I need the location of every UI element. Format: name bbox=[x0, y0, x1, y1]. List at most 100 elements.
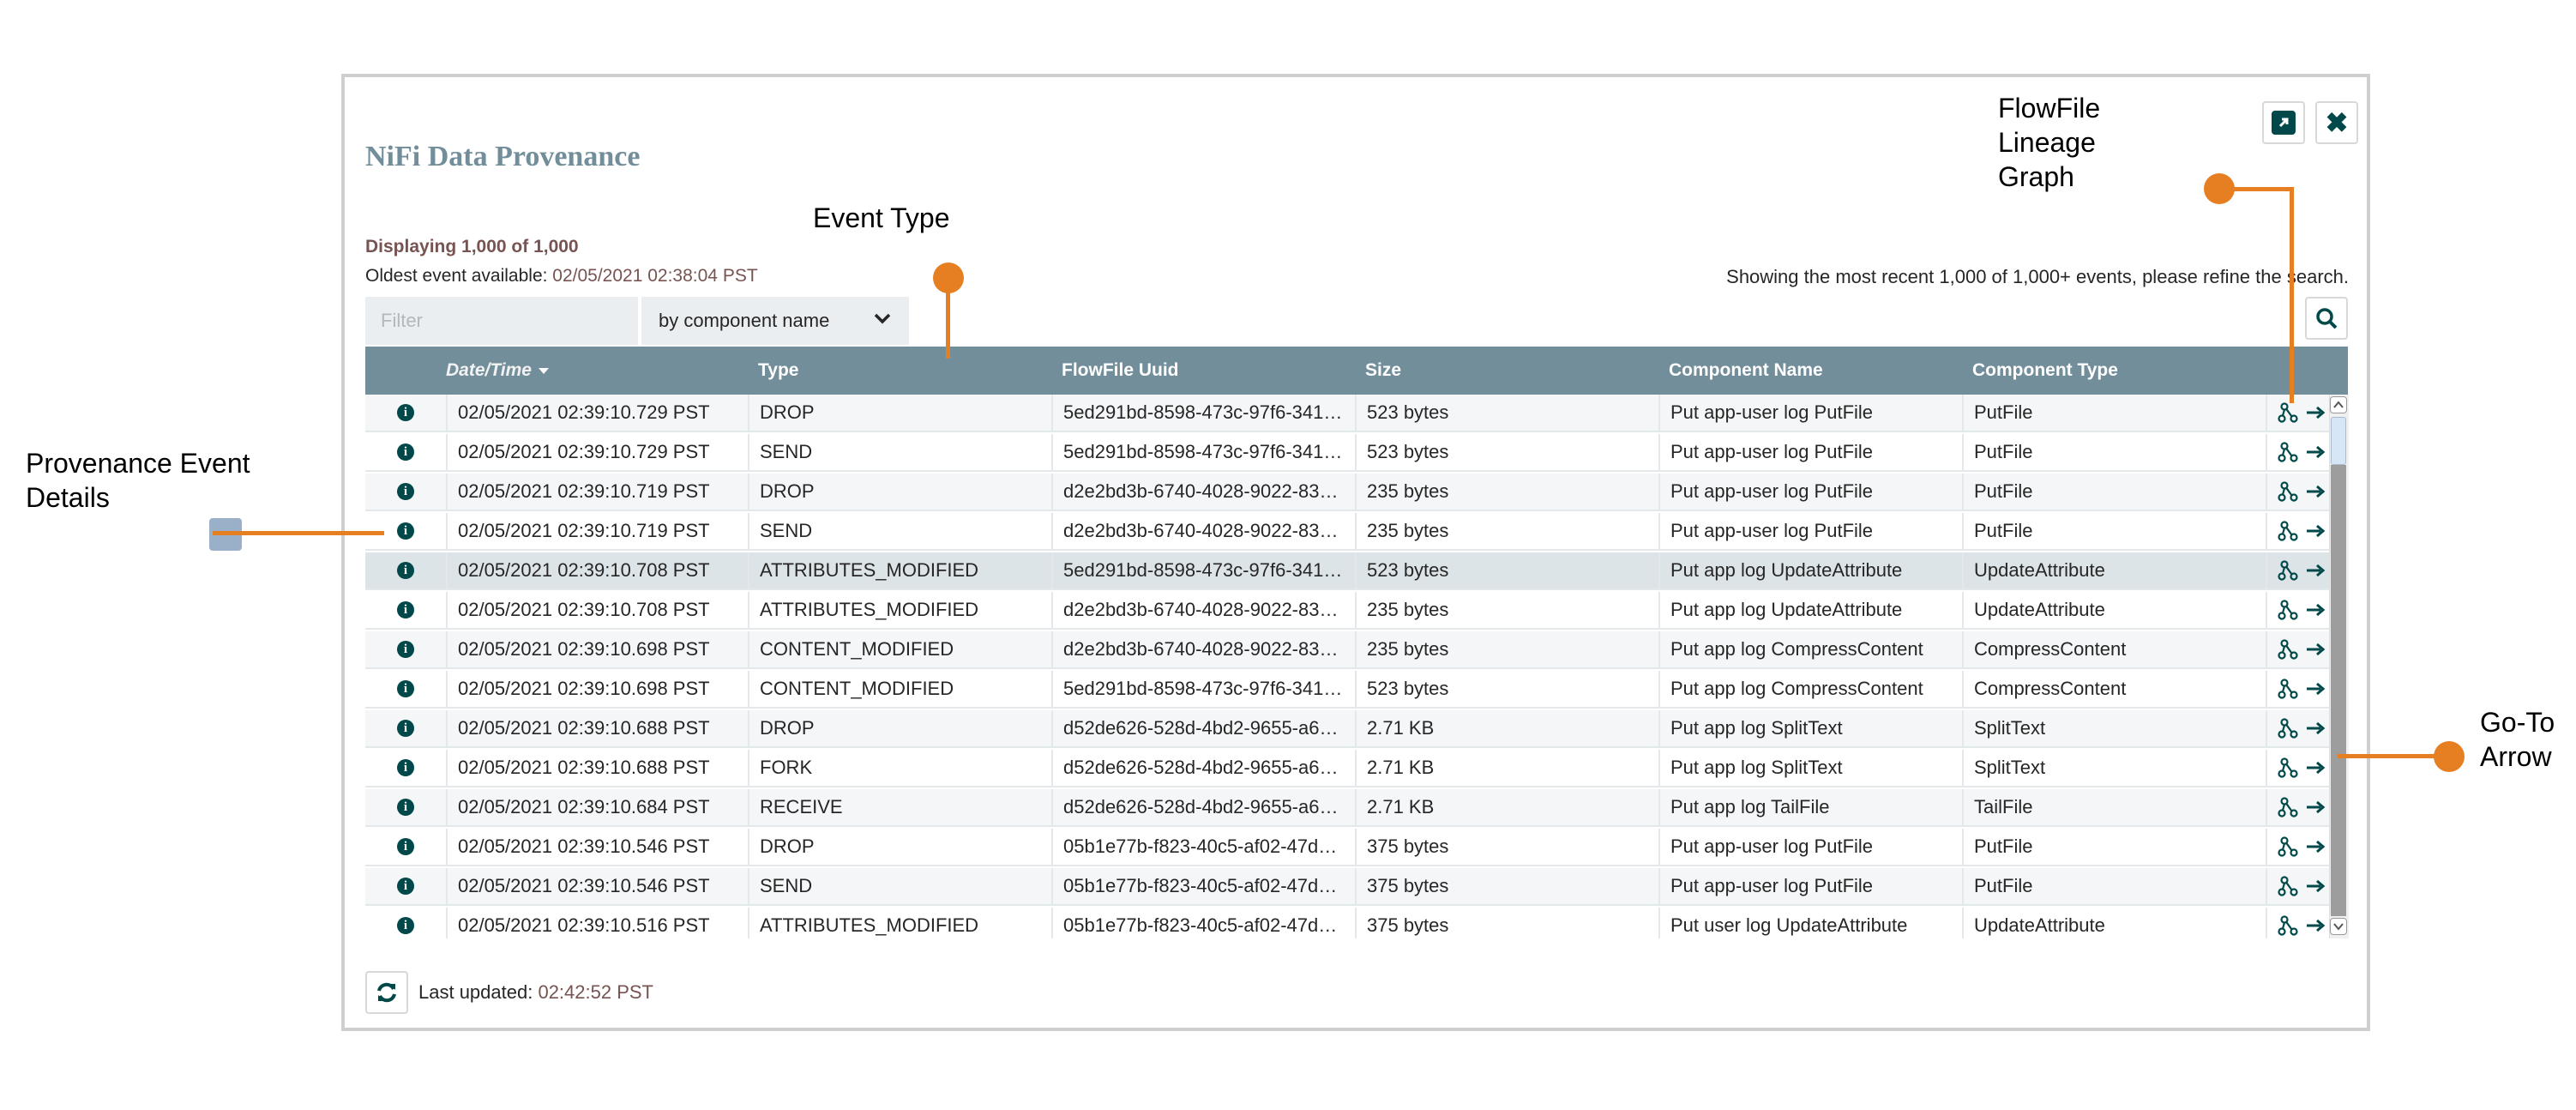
cell-component-type: UpdateAttribute bbox=[1962, 908, 2266, 938]
goto-arrow-icon[interactable] bbox=[2305, 402, 2326, 423]
lineage-graph-icon[interactable] bbox=[2278, 560, 2298, 581]
provenance-details-button[interactable]: i bbox=[365, 474, 446, 510]
provenance-details-button[interactable]: i bbox=[365, 395, 446, 431]
lineage-graph-icon[interactable] bbox=[2278, 718, 2298, 739]
column-header-type[interactable]: Type bbox=[758, 347, 798, 395]
goto-arrow-icon[interactable] bbox=[2305, 718, 2326, 739]
table-row[interactable]: i 02/05/2021 02:39:10.688 PST FORK d52de626… bbox=[365, 750, 2329, 787]
cell-component-name: Put app-user log PutFile bbox=[1658, 868, 1962, 904]
table-row[interactable]: i 02/05/2021 02:39:10.546 PST SEND 05b1e77b… bbox=[365, 868, 2329, 906]
goto-arrow-icon[interactable] bbox=[2305, 481, 2326, 502]
filter-by-value: by component name bbox=[659, 310, 830, 331]
popout-button[interactable] bbox=[2262, 101, 2305, 144]
goto-arrow-icon[interactable] bbox=[2305, 600, 2326, 620]
goto-arrow-icon[interactable] bbox=[2305, 639, 2326, 660]
displaying-count: Displaying 1,000 of 1,000 bbox=[365, 237, 579, 256]
annotation-lineage-line-h bbox=[2230, 187, 2293, 191]
lineage-graph-icon[interactable] bbox=[2278, 836, 2298, 857]
chevron-down-icon bbox=[874, 313, 891, 324]
goto-arrow-icon[interactable] bbox=[2305, 521, 2326, 541]
provenance-details-button[interactable]: i bbox=[365, 671, 446, 707]
provenance-details-button[interactable]: i bbox=[365, 829, 446, 865]
chevron-up-icon bbox=[2333, 401, 2344, 408]
filter-by-select[interactable]: by component name bbox=[641, 297, 909, 345]
lineage-graph-icon[interactable] bbox=[2278, 876, 2298, 896]
filter-input[interactable] bbox=[365, 297, 638, 345]
column-header-size[interactable]: Size bbox=[1365, 347, 1401, 395]
cell-component-type: CompressContent bbox=[1962, 671, 2266, 707]
column-header-component-name[interactable]: Component Name bbox=[1669, 347, 1823, 395]
lineage-graph-icon[interactable] bbox=[2278, 679, 2298, 699]
table-row[interactable]: i 02/05/2021 02:39:10.546 PST DROP 05b1e77b… bbox=[365, 829, 2329, 866]
cell-size: 235 bytes bbox=[1355, 513, 1658, 549]
lineage-graph-icon[interactable] bbox=[2278, 915, 2298, 936]
info-icon: i bbox=[397, 404, 414, 421]
cell-size: 235 bytes bbox=[1355, 592, 1658, 628]
cell-size: 375 bytes bbox=[1355, 829, 1658, 865]
column-header-datetime[interactable]: Date/Time bbox=[446, 347, 549, 395]
lineage-graph-icon[interactable] bbox=[2278, 639, 2298, 660]
goto-arrow-icon[interactable] bbox=[2305, 757, 2326, 778]
table-row[interactable]: i 02/05/2021 02:39:10.698 PST CONTENT_MODI… bbox=[365, 631, 2329, 669]
table-row[interactable]: i 02/05/2021 02:39:10.708 PST ATTRIBUTES_M… bbox=[365, 552, 2329, 590]
table-row[interactable]: i 02/05/2021 02:39:10.698 PST CONTENT_MODI… bbox=[365, 671, 2329, 709]
scroll-track[interactable] bbox=[2331, 465, 2346, 916]
close-button[interactable]: ✖ bbox=[2315, 101, 2358, 144]
provenance-details-button[interactable]: i bbox=[365, 710, 446, 746]
lineage-graph-icon[interactable] bbox=[2278, 797, 2298, 817]
provenance-details-button[interactable]: i bbox=[365, 552, 446, 588]
goto-arrow-icon[interactable] bbox=[2305, 797, 2326, 817]
cell-component-name: Put app log CompressContent bbox=[1658, 631, 1962, 667]
chevron-down-icon bbox=[2333, 923, 2344, 931]
last-updated-value: 02:42:52 PST bbox=[538, 981, 653, 1003]
goto-arrow-icon[interactable] bbox=[2305, 679, 2326, 699]
column-header-component-type[interactable]: Component Type bbox=[1972, 347, 2118, 395]
provenance-details-button[interactable]: i bbox=[365, 908, 446, 938]
annotation-goto-line2: Arrow bbox=[2480, 741, 2552, 772]
refresh-button[interactable] bbox=[365, 971, 408, 1014]
provenance-details-button[interactable]: i bbox=[365, 631, 446, 667]
goto-arrow-icon[interactable] bbox=[2305, 915, 2326, 936]
info-icon: i bbox=[397, 522, 414, 540]
scroll-down-button[interactable] bbox=[2330, 918, 2347, 935]
cell-size: 523 bytes bbox=[1355, 671, 1658, 707]
row-actions bbox=[2266, 671, 2329, 707]
provenance-details-button[interactable]: i bbox=[365, 434, 446, 470]
provenance-details-button[interactable]: i bbox=[365, 789, 446, 825]
row-actions bbox=[2266, 592, 2329, 628]
cell-component-name: Put app-user log PutFile bbox=[1658, 513, 1962, 549]
cell-datetime: 02/05/2021 02:39:10.698 PST bbox=[446, 631, 748, 667]
table-row[interactable]: i 02/05/2021 02:39:10.684 PST RECEIVE d52de… bbox=[365, 789, 2329, 827]
table-row[interactable]: i 02/05/2021 02:39:10.688 PST DROP d52de626… bbox=[365, 710, 2329, 748]
cell-component-name: Put app log SplitText bbox=[1658, 710, 1962, 746]
provenance-details-button[interactable]: i bbox=[365, 868, 446, 904]
table-row[interactable]: i 02/05/2021 02:39:10.708 PST ATTRIBUTES_M… bbox=[365, 592, 2329, 630]
table-row[interactable]: i 02/05/2021 02:39:10.719 PST DROP d2e2bd3b… bbox=[365, 474, 2329, 511]
goto-arrow-icon[interactable] bbox=[2305, 876, 2326, 896]
lineage-graph-icon[interactable] bbox=[2278, 600, 2298, 620]
lineage-graph-icon[interactable] bbox=[2278, 521, 2298, 541]
search-button[interactable] bbox=[2305, 297, 2348, 340]
cell-datetime: 02/05/2021 02:39:10.546 PST bbox=[446, 829, 748, 865]
scroll-up-button[interactable] bbox=[2330, 396, 2347, 413]
table-row[interactable]: i 02/05/2021 02:39:10.516 PST ATTRIBUTES_M… bbox=[365, 908, 2329, 938]
table-row[interactable]: i 02/05/2021 02:39:10.719 PST SEND d2e2bd3b… bbox=[365, 513, 2329, 551]
annotation-goto-dot bbox=[2434, 741, 2465, 772]
goto-arrow-icon[interactable] bbox=[2305, 836, 2326, 857]
lineage-graph-icon[interactable] bbox=[2278, 757, 2298, 778]
scroll-thumb[interactable] bbox=[2331, 417, 2346, 465]
cell-size: 375 bytes bbox=[1355, 868, 1658, 904]
last-updated: Last updated: 02:42:52 PST bbox=[418, 981, 653, 1004]
row-actions bbox=[2266, 868, 2329, 904]
lineage-graph-icon[interactable] bbox=[2278, 481, 2298, 502]
goto-arrow-icon[interactable] bbox=[2305, 560, 2326, 581]
info-icon: i bbox=[397, 720, 414, 737]
provenance-details-button[interactable]: i bbox=[365, 592, 446, 628]
column-header-uuid[interactable]: FlowFile Uuid bbox=[1062, 347, 1179, 395]
table-row[interactable]: i 02/05/2021 02:39:10.729 PST DROP 5ed291bd… bbox=[365, 395, 2329, 432]
lineage-graph-icon[interactable] bbox=[2278, 402, 2298, 423]
lineage-graph-icon[interactable] bbox=[2278, 442, 2298, 462]
goto-arrow-icon[interactable] bbox=[2305, 442, 2326, 462]
provenance-details-button[interactable]: i bbox=[365, 750, 446, 786]
table-row[interactable]: i 02/05/2021 02:39:10.729 PST SEND 5ed291bd… bbox=[365, 434, 2329, 472]
